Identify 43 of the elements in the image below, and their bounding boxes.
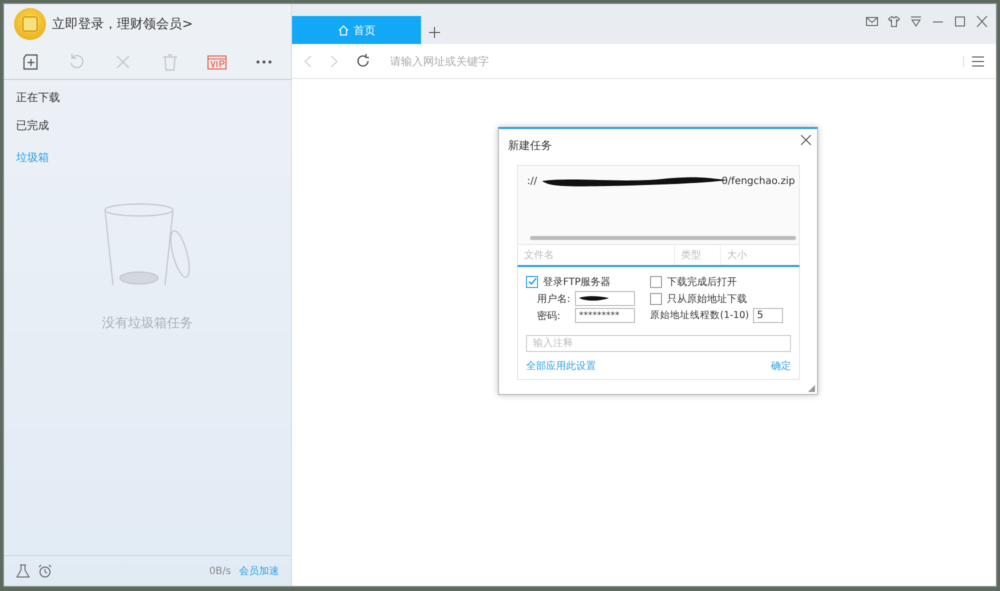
shirt-icon[interactable] (888, 16, 900, 27)
password-field[interactable]: ********* (575, 308, 635, 323)
sidebar-item[interactable]: 已完成 (4, 112, 291, 140)
dialog-title: 新建任务 (508, 138, 552, 153)
address-field[interactable]: 请输入网址或关键字 (388, 54, 945, 68)
refresh-icon[interactable] (356, 54, 370, 68)
maximize-icon[interactable] (954, 16, 966, 27)
speed-text: 0B/s (209, 566, 231, 576)
avatar-icon[interactable] (14, 8, 46, 40)
ftp-login-checkbox[interactable]: 登录FTP服务器 (526, 273, 611, 290)
column-header: 文件名 (518, 245, 675, 265)
trash-can-icon (104, 202, 192, 288)
option-checkbox[interactable]: 下载完成后打开 (650, 273, 737, 290)
login-link[interactable]: 立即登录，理财领会员> (52, 15, 193, 33)
url-text: :// (527, 176, 538, 187)
url-box[interactable]: :// 0/fengchao.zip (517, 165, 800, 245)
alarm-clock-icon[interactable] (38, 564, 52, 578)
field-label: 密码: (537, 310, 562, 322)
checkbox[interactable] (650, 276, 662, 288)
scrollbar[interactable] (530, 236, 796, 240)
redaction-mark (579, 295, 609, 302)
field-label: 用户名: (537, 292, 571, 306)
flask-icon[interactable] (16, 564, 30, 578)
close-icon[interactable] (976, 16, 988, 27)
column-header: 类型 (675, 245, 721, 265)
mail-icon[interactable] (866, 16, 878, 27)
close-button[interactable] (799, 133, 813, 147)
column-header: 大小 (726, 248, 748, 263)
sidebar-item[interactable]: 正在下载 (4, 84, 291, 112)
checkbox[interactable] (526, 276, 538, 288)
url-text: 0/fengchao.zip (721, 176, 795, 187)
menu-icon[interactable] (972, 56, 984, 66)
thread-count-field[interactable]: 5 (752, 308, 783, 323)
resize-grip-icon[interactable] (808, 385, 815, 392)
checkbox[interactable] (650, 292, 662, 304)
note-field[interactable]: 输入注释 (526, 335, 791, 352)
empty-message: 没有垃圾箱任务 (102, 315, 193, 332)
option-checkbox[interactable]: 只从原始地址下载 (650, 290, 747, 307)
field-label: 原始地址线程数(1-10) (650, 309, 749, 322)
username-field[interactable] (575, 291, 635, 306)
home-icon (338, 24, 348, 36)
new-tab-icon[interactable] (429, 27, 440, 38)
dropdown-icon[interactable] (910, 16, 922, 27)
